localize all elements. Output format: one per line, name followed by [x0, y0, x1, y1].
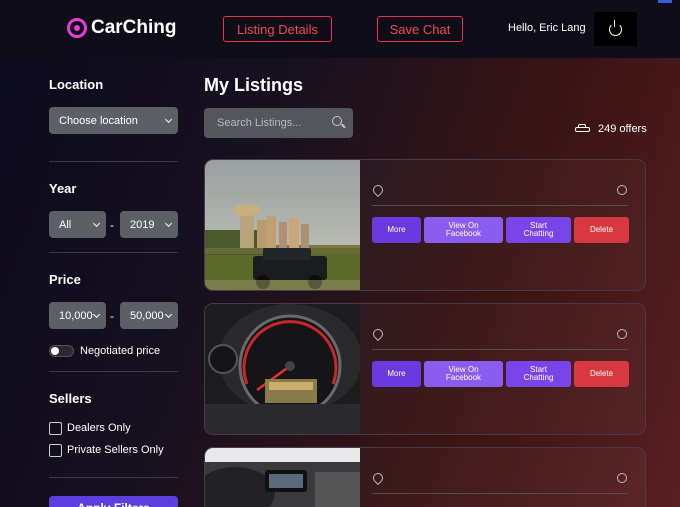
location-pin-icon: [370, 326, 386, 342]
sellers-heading: Sellers: [49, 391, 92, 406]
start-chatting-button[interactable]: Start Chatting: [506, 217, 571, 243]
page-title: My Listings: [204, 75, 304, 95]
search-box[interactable]: [204, 108, 353, 138]
dealers-only-checkbox[interactable]: [49, 422, 62, 435]
listing-card: [204, 447, 646, 507]
card-divider: [372, 349, 628, 350]
location-pin-icon: [370, 470, 386, 486]
chevron-down-icon: [92, 219, 101, 228]
price-to-select[interactable]: 50,000: [120, 302, 178, 329]
car-icon: [575, 124, 590, 134]
listing-card: More View On Facebook Start Chatting Delet…: [204, 303, 646, 435]
year-from-value: All: [59, 218, 72, 231]
facebook-label-line2: Facebook: [445, 373, 482, 382]
private-sellers-label: Private Sellers Only: [67, 444, 164, 456]
top-header: CarChing Listing Details Save Chat Hello…: [0, 0, 680, 58]
card-divider: [372, 205, 628, 206]
jeep-photo-image: [205, 160, 360, 290]
offers-count-text: 249 offers: [598, 123, 647, 135]
divider: [49, 477, 178, 478]
listing-photo-jeep[interactable]: [205, 160, 360, 290]
dashboard-photo-image: [205, 304, 360, 434]
speedometer-icon: [617, 329, 627, 339]
year-to-value: 2019: [130, 218, 155, 231]
chevron-down-icon: [164, 310, 173, 319]
card-divider: [372, 493, 628, 494]
interior-photo-image: [205, 448, 360, 507]
location-select-value: Choose location: [59, 114, 138, 127]
speedometer-icon: [617, 185, 627, 195]
chat-label-line2: Chatting: [523, 373, 554, 382]
view-on-facebook-button[interactable]: View On Facebook: [424, 361, 503, 387]
more-button-label: More: [387, 225, 406, 234]
more-button[interactable]: More: [372, 361, 421, 387]
divider: [49, 371, 178, 372]
listing-photo-interior[interactable]: [205, 448, 360, 507]
location-heading: Location: [49, 77, 104, 92]
price-from-select[interactable]: 10,000: [49, 302, 106, 329]
delete-button-label: Delete: [589, 225, 614, 234]
divider: [49, 252, 178, 253]
logo-icon: [67, 18, 87, 38]
view-on-facebook-button[interactable]: View On Facebook: [424, 217, 503, 243]
more-button-label: More: [387, 369, 406, 378]
location-pin-icon: [370, 182, 386, 198]
more-button[interactable]: More: [372, 217, 421, 243]
listing-details-button[interactable]: Listing Details: [223, 16, 332, 42]
year-from-select[interactable]: All: [49, 211, 106, 238]
speedometer-icon: [617, 473, 627, 483]
brand-logo[interactable]: CarChing: [67, 17, 177, 39]
price-range-separator: -: [110, 309, 114, 323]
user-greeting: Hello, Eric Lang: [508, 22, 586, 34]
chat-label-line2: Chatting: [523, 229, 554, 238]
location-select[interactable]: Choose location: [49, 107, 178, 134]
price-from-value: 10,000: [59, 309, 93, 322]
offers-count: 249 offers: [575, 123, 647, 135]
start-chatting-button[interactable]: Start Chatting: [506, 361, 571, 387]
year-to-select[interactable]: 2019: [120, 211, 178, 238]
search-icon[interactable]: [332, 116, 342, 126]
year-range-separator: -: [110, 218, 114, 232]
window-accent: [658, 0, 672, 3]
divider: [49, 161, 178, 162]
chevron-down-icon: [164, 115, 173, 124]
listing-card: More View On Facebook Start Chatting Delet…: [204, 159, 646, 291]
delete-button[interactable]: Delete: [574, 217, 629, 243]
delete-button-label: Delete: [589, 369, 614, 378]
listing-photo-dashboard[interactable]: [205, 304, 360, 434]
negotiated-price-toggle[interactable]: [49, 345, 74, 357]
delete-button[interactable]: Delete: [574, 361, 629, 387]
price-heading: Price: [49, 272, 81, 287]
brand-name: CarChing: [91, 17, 177, 38]
negotiated-price-label: Negotiated price: [80, 345, 161, 357]
chevron-down-icon: [164, 219, 173, 228]
facebook-label-line2: Facebook: [445, 229, 482, 238]
private-sellers-checkbox[interactable]: [49, 444, 62, 457]
power-icon: [609, 19, 622, 36]
save-chat-button[interactable]: Save Chat: [377, 16, 463, 42]
year-heading: Year: [49, 181, 77, 196]
logout-button[interactable]: [594, 12, 637, 46]
chevron-down-icon: [92, 310, 101, 319]
dealers-only-label: Dealers Only: [67, 422, 131, 434]
search-input[interactable]: [217, 117, 327, 129]
price-to-value: 50,000: [130, 309, 164, 322]
apply-filters-button[interactable]: Apply Filters: [49, 496, 178, 507]
